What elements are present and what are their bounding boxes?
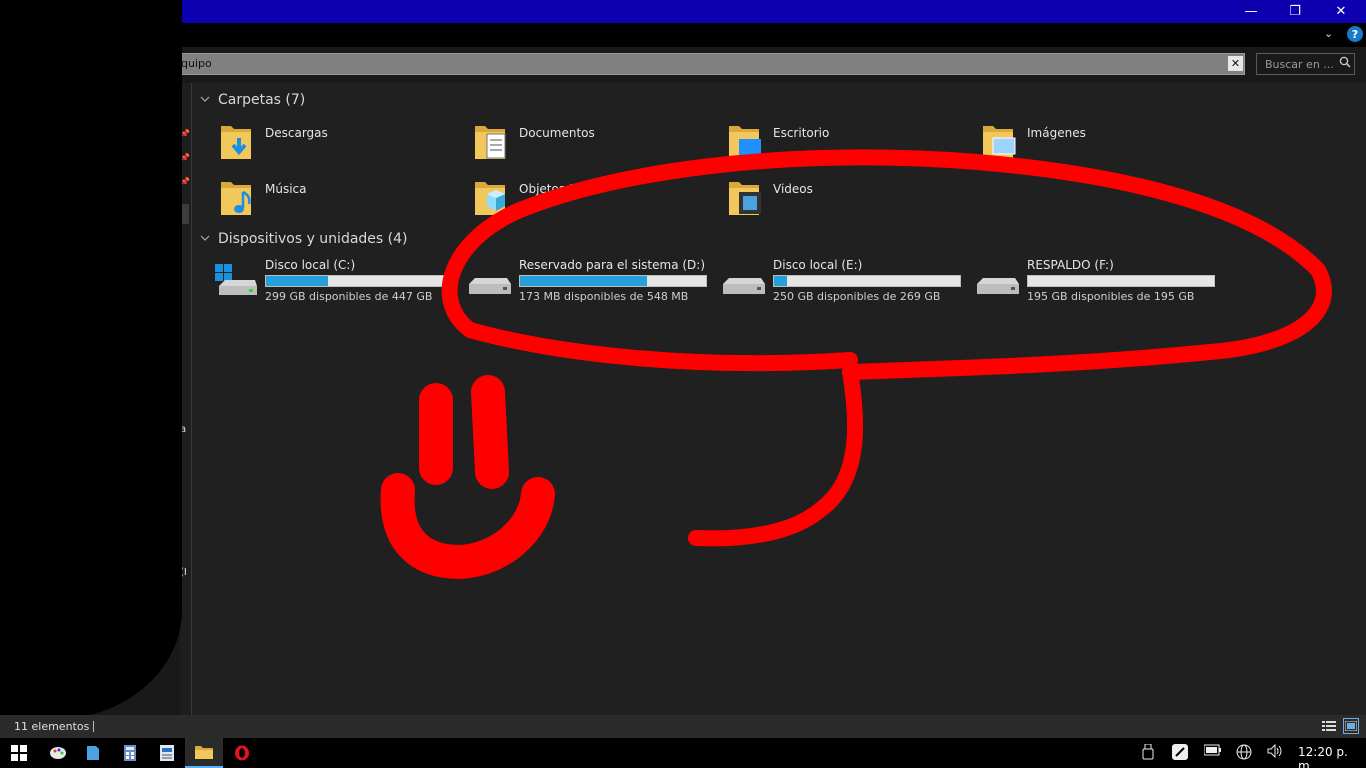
folder-item-objetos-3d[interactable]: Objetos 3D — [473, 178, 723, 226]
pictures-folder-icon — [983, 126, 1016, 159]
devices-group-title: Dispositivos y unidades (4) — [218, 231, 408, 247]
title-bar — [0, 0, 1366, 23]
taskbar-app-calculator[interactable] — [111, 738, 149, 768]
drive-usage-fill — [266, 276, 328, 286]
file-explorer-icon — [195, 746, 213, 759]
volume-icon[interactable] — [1267, 743, 1283, 762]
search-icon[interactable] — [1339, 56, 1351, 71]
folder-item-imagenes[interactable]: Imágenes — [981, 122, 1231, 170]
address-clear-button[interactable]: ✕ — [1228, 56, 1243, 71]
drive-usage-fill — [520, 276, 648, 286]
collapse-chevron-icon[interactable] — [200, 95, 210, 105]
drive-item-c[interactable]: Disco local (C:) 299 GB disponibles de 4… — [215, 258, 465, 308]
drive-free-space: 299 GB disponibles de 447 GB — [265, 290, 433, 303]
hard-drive-icon — [723, 278, 765, 294]
taskbar-app-paint[interactable] — [39, 738, 77, 768]
folder-item-descargas[interactable]: Descargas — [219, 122, 469, 170]
paint-palette-icon — [50, 747, 66, 759]
drive-item-d[interactable]: Reservado para el sistema (D:) 173 MB di… — [469, 258, 719, 308]
drive-free-space: 250 GB disponibles de 269 GB — [773, 290, 941, 303]
ribbon-bar — [0, 23, 1366, 47]
folder-name: Imágenes — [1027, 126, 1086, 140]
large-icons-view-icon[interactable] — [1343, 718, 1359, 734]
drive-free-space: 195 GB disponibles de 195 GB — [1027, 290, 1195, 303]
taskbar-app-file-explorer[interactable] — [185, 738, 223, 768]
address-bar[interactable]: quipo — [180, 53, 1245, 75]
taskbar-clock[interactable]: 12:20 p. m. — [1298, 745, 1366, 768]
notes-icon — [87, 746, 99, 760]
taskbar-app-document[interactable] — [148, 738, 186, 768]
folder-item-musica[interactable]: Música — [219, 178, 469, 226]
search-box[interactable]: Buscar en ... — [1256, 53, 1355, 75]
calculator-icon — [124, 745, 136, 761]
network-globe-icon[interactable] — [1236, 744, 1252, 764]
minimize-button[interactable]: — — [1228, 0, 1274, 23]
videos-folder-icon — [729, 182, 761, 215]
drive-usage-bar — [519, 275, 707, 287]
document-app-icon — [160, 745, 174, 761]
search-placeholder: Buscar en ... — [1265, 58, 1334, 71]
drive-name: RESPALDO (F:) — [1027, 258, 1114, 272]
ribbon-expand-chevron-icon[interactable]: ⌄ — [1324, 27, 1333, 40]
windows-logo-icon — [11, 745, 27, 761]
folder-name: Objetos 3D — [519, 182, 586, 196]
folder-item-escritorio[interactable]: Escritorio — [727, 122, 977, 170]
drive-name: Disco local (C:) — [265, 258, 356, 272]
drive-item-f[interactable]: RESPALDO (F:) 195 GB disponibles de 195 … — [977, 258, 1227, 308]
3d-objects-folder-icon — [475, 182, 505, 215]
status-divider — [93, 721, 94, 732]
system-drive-icon — [215, 264, 257, 295]
folders-group-title: Carpetas (7) — [218, 92, 306, 108]
redaction-overlay — [0, 0, 182, 720]
start-button[interactable] — [0, 738, 38, 768]
drive-name: Disco local (E:) — [773, 258, 863, 272]
address-path: quipo — [181, 57, 212, 70]
folder-name: Escritorio — [773, 126, 830, 140]
status-bar: 11 elementos — [0, 715, 1366, 738]
taskbar-app-opera[interactable] — [223, 738, 261, 768]
hard-drive-icon — [977, 278, 1019, 294]
taskbar-app-notes[interactable] — [74, 738, 112, 768]
help-button[interactable]: ? — [1347, 26, 1363, 42]
battery-icon[interactable] — [1203, 744, 1222, 760]
drive-usage-bar — [265, 275, 453, 287]
drive-usage-bar — [773, 275, 961, 287]
music-folder-icon — [221, 182, 251, 215]
folder-item-documentos[interactable]: Documentos — [473, 122, 723, 170]
devices-group-header[interactable]: Dispositivos y unidades (4) — [200, 231, 408, 247]
usb-device-icon[interactable] — [1142, 743, 1154, 764]
downloads-folder-icon — [221, 126, 251, 159]
hard-drive-icon — [469, 278, 511, 294]
drive-name: Reservado para el sistema (D:) — [519, 258, 706, 272]
folder-name: Música — [265, 182, 307, 196]
drive-usage-bar — [1027, 275, 1215, 287]
desktop-folder-icon — [729, 126, 761, 159]
folder-name: Documentos — [519, 126, 595, 140]
collapse-chevron-icon[interactable] — [200, 234, 210, 244]
drive-usage-fill — [774, 276, 788, 286]
folder-name: Descargas — [265, 126, 328, 140]
maximize-button[interactable]: ❐ — [1272, 0, 1318, 23]
folders-group-header[interactable]: Carpetas (7) — [200, 92, 305, 108]
drive-item-e[interactable]: Disco local (E:) 250 GB disponibles de 2… — [723, 258, 973, 308]
folder-name: Videos — [773, 182, 813, 196]
folder-item-videos[interactable]: Videos — [727, 178, 977, 226]
opera-browser-icon — [235, 745, 249, 761]
close-button[interactable]: ✕ — [1318, 0, 1364, 23]
details-view-icon[interactable] — [1321, 718, 1337, 734]
drive-free-space: 173 MB disponibles de 548 MB — [519, 290, 689, 303]
item-count: 11 elementos — [14, 720, 90, 733]
pen-workspace-icon[interactable] — [1172, 744, 1188, 764]
documents-folder-icon — [475, 126, 506, 159]
